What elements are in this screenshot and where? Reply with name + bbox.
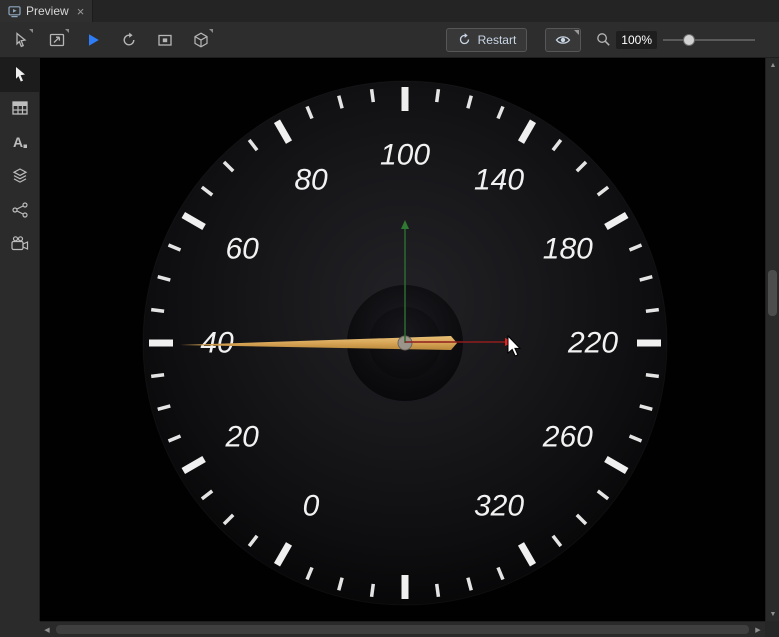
- toolbar-right-group: Restart 100%: [446, 28, 755, 52]
- play-mode-button[interactable]: [80, 27, 106, 53]
- scroll-left-icon[interactable]: ◀: [40, 622, 54, 637]
- table-view-icon: [10, 98, 30, 121]
- dropdown-corner-icon: [29, 29, 33, 33]
- gauge-svg: 0 20 40 60 80 100 140 180 220 260 320: [40, 58, 765, 621]
- svg-text:260: 260: [542, 421, 593, 454]
- svg-text:80: 80: [294, 164, 328, 197]
- sidebar-select-tool[interactable]: [0, 58, 40, 92]
- tab-bar: Preview ×: [0, 0, 779, 23]
- svg-text:0: 0: [303, 489, 320, 522]
- scrollbar-corner: [765, 621, 779, 637]
- restart-icon: [457, 32, 472, 47]
- svg-text:A: A: [13, 134, 23, 150]
- cube-3d-icon: [192, 31, 210, 49]
- svg-text:20: 20: [224, 421, 259, 454]
- layers-icon: [10, 166, 30, 189]
- pick-tool-icon: [12, 31, 30, 49]
- text-tool-icon: A: [10, 132, 30, 155]
- scroll-up-icon[interactable]: ▲: [766, 58, 779, 72]
- scroll-right-icon[interactable]: ▶: [751, 622, 765, 637]
- svg-text:40: 40: [200, 327, 234, 360]
- dropdown-corner-icon: [65, 29, 69, 33]
- left-toolbar: A: [0, 58, 40, 621]
- svg-text:180: 180: [543, 233, 593, 266]
- vertical-scrollbar[interactable]: ▲ ▼: [765, 58, 779, 621]
- zoom-selection-button[interactable]: [44, 27, 70, 53]
- zoom-selection-icon: [48, 31, 66, 49]
- scroll-down-icon[interactable]: ▼: [766, 607, 779, 621]
- zoom-slider-track: [663, 39, 755, 41]
- preview-canvas[interactable]: 0 20 40 60 80 100 140 180 220 260 320: [40, 58, 765, 621]
- svg-text:100: 100: [380, 139, 430, 172]
- toolbar: Restart 100%: [0, 22, 779, 58]
- svg-text:320: 320: [474, 489, 524, 522]
- dropdown-corner-icon: [574, 30, 579, 35]
- preview-tab-icon: [8, 5, 21, 18]
- sidebar-layers[interactable]: [0, 160, 40, 194]
- reset-view-icon: [120, 31, 138, 49]
- camera-icon: [10, 234, 30, 257]
- preview-window: Preview × Restart: [0, 0, 779, 637]
- sidebar-connections[interactable]: [0, 194, 40, 228]
- reset-view-button[interactable]: [116, 27, 142, 53]
- tab-label: Preview: [26, 4, 69, 18]
- zoom-slider-thumb[interactable]: [683, 34, 695, 46]
- connections-icon: [10, 200, 30, 223]
- restart-label: Restart: [478, 33, 517, 47]
- sidebar-footer: [0, 621, 40, 637]
- eye-icon: [554, 31, 572, 49]
- sidebar-camera[interactable]: [0, 228, 40, 262]
- pick-tool-button[interactable]: [8, 27, 34, 53]
- play-mode-icon: [84, 31, 102, 49]
- vertical-scrollbar-thumb[interactable]: [768, 270, 777, 316]
- tab-close-icon[interactable]: ×: [77, 5, 85, 18]
- zoom-level[interactable]: 100%: [616, 31, 657, 49]
- sidebar-text-tool[interactable]: A: [0, 126, 40, 160]
- restart-button[interactable]: Restart: [446, 28, 528, 52]
- horizontal-scrollbar-thumb[interactable]: [56, 625, 749, 634]
- magnifier-icon: [595, 31, 612, 48]
- frame-icon: [156, 31, 174, 49]
- svg-text:220: 220: [567, 327, 618, 360]
- sidebar-table-view[interactable]: [0, 92, 40, 126]
- zoom-slider[interactable]: [663, 30, 755, 50]
- horizontal-scrollbar[interactable]: ◀ ▶: [40, 621, 765, 637]
- tab-preview[interactable]: Preview ×: [0, 0, 93, 22]
- frame-view-button[interactable]: [152, 27, 178, 53]
- visibility-button[interactable]: [545, 28, 581, 52]
- cube-3d-button[interactable]: [188, 27, 214, 53]
- select-tool-icon: [10, 64, 30, 87]
- svg-text:60: 60: [225, 233, 259, 266]
- dropdown-corner-icon: [209, 29, 213, 33]
- svg-text:140: 140: [474, 164, 524, 197]
